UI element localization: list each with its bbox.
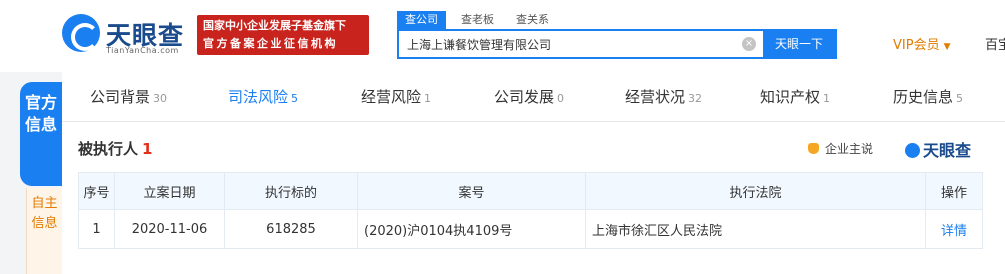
section-title: 被执行人 1 (78, 138, 152, 159)
nav-count: 1 (823, 92, 831, 105)
executed-person-panel: 被执行人 1 企业主说 天眼查 序号 立案日期 执行标的 案号 执行法院 操作 1… (62, 122, 1005, 274)
nav-count: 0 (557, 92, 565, 105)
nav-label: 公司背景 (90, 88, 151, 106)
cell-court: 上海市徐汇区人民法院 (585, 209, 926, 249)
tianyancha-logo[interactable]: 天眼查 TianYanCha.com (62, 12, 192, 56)
nav-intellectual-property[interactable]: 知识产权 1 (760, 72, 830, 122)
search-button[interactable]: 天眼一下 (763, 31, 835, 57)
nav-count: 5 (291, 92, 299, 105)
official-banner: 国家中小企业发展子基金旗下 官方备案企业征信机构 (197, 15, 369, 55)
table-row: 1 2020-11-06 618285 (2020)沪0104执4109号 上海… (78, 209, 983, 249)
search-input[interactable] (399, 31, 759, 57)
banner-line-1: 国家中小企业发展子基金旗下 (203, 19, 346, 32)
nav-label: 司法风险 (228, 88, 289, 106)
nav-company-background[interactable]: 公司背景 30 (90, 72, 167, 122)
side-tab-self-info[interactable]: 自主信息 (26, 188, 62, 274)
col-header-case-number: 案号 (357, 172, 586, 210)
search-tab-company[interactable]: 查公司 (397, 11, 446, 29)
cell-filing-date: 2020-11-06 (114, 209, 225, 249)
col-header-index: 序号 (78, 172, 115, 210)
nav-label: 经营状况 (625, 88, 686, 106)
col-header-filing-date: 立案日期 (114, 172, 225, 210)
search-tab-relation[interactable]: 查关系 (516, 11, 549, 27)
search-tab-boss[interactable]: 查老板 (461, 11, 494, 27)
cell-action: 详情 (925, 209, 983, 249)
company-statement-link[interactable]: 企业主说 (808, 140, 873, 157)
detail-link[interactable]: 详情 (941, 224, 967, 239)
nav-label: 历史信息 (893, 88, 954, 106)
vip-menu[interactable]: VIP会员 ▼ (893, 34, 951, 53)
nav-count: 5 (956, 92, 964, 105)
nav-judicial-risk[interactable]: 司法风险 5 (228, 72, 298, 122)
banner-line-2: 官方备案企业征信机构 (203, 37, 338, 50)
nav-label: 公司发展 (494, 88, 555, 106)
nav-count: 1 (424, 92, 432, 105)
section-count: 1 (142, 140, 153, 158)
table-header-row: 序号 立案日期 执行标的 案号 执行法院 操作 (78, 172, 983, 210)
clear-icon[interactable]: × (742, 37, 756, 51)
company-statement-label: 企业主说 (825, 142, 874, 156)
nav-count: 32 (688, 92, 703, 105)
brand-mark: 天眼查 (905, 137, 971, 161)
nav-business-risk[interactable]: 经营风险 1 (361, 72, 431, 122)
cell-target-amount: 618285 (224, 209, 358, 249)
brand-text: 天眼查 (923, 141, 972, 160)
col-header-action: 操作 (925, 172, 983, 210)
nav-label: 知识产权 (760, 88, 821, 106)
top-header: 天眼查 TianYanCha.com 国家中小企业发展子基金旗下 官方备案企业征… (0, 0, 1005, 72)
logo-mark-icon (62, 14, 100, 52)
nav-operating-status[interactable]: 经营状况 32 (625, 72, 702, 122)
nav-company-development[interactable]: 公司发展 0 (494, 72, 564, 122)
executed-person-table: 序号 立案日期 执行标的 案号 执行法院 操作 1 2020-11-06 618… (78, 172, 983, 249)
col-header-target-amount: 执行标的 (224, 172, 358, 210)
header-menu-cut[interactable]: 百宝 (985, 34, 1005, 53)
speaker-icon (808, 143, 819, 154)
nav-count: 30 (153, 92, 168, 105)
search-box: × 天眼一下 (397, 29, 837, 59)
cell-index: 1 (78, 209, 115, 249)
section-title-text: 被执行人 (78, 140, 139, 158)
logo-domain: TianYanCha.com (106, 46, 179, 55)
brand-logo-icon (905, 143, 920, 158)
nav-label: 经营风险 (361, 88, 422, 106)
vip-label: VIP会员 (893, 38, 940, 53)
col-header-court: 执行法院 (585, 172, 926, 210)
category-nav: 公司背景 30 司法风险 5 经营风险 1 公司发展 0 经营状况 32 知识产权 1 历史… (62, 72, 1005, 122)
cell-case-number: (2020)沪0104执4109号 (357, 209, 586, 249)
nav-history-info[interactable]: 历史信息 5 (893, 72, 963, 122)
side-tab-official-info[interactable]: 官方信息 (20, 82, 62, 186)
caret-down-icon: ▼ (943, 42, 951, 52)
